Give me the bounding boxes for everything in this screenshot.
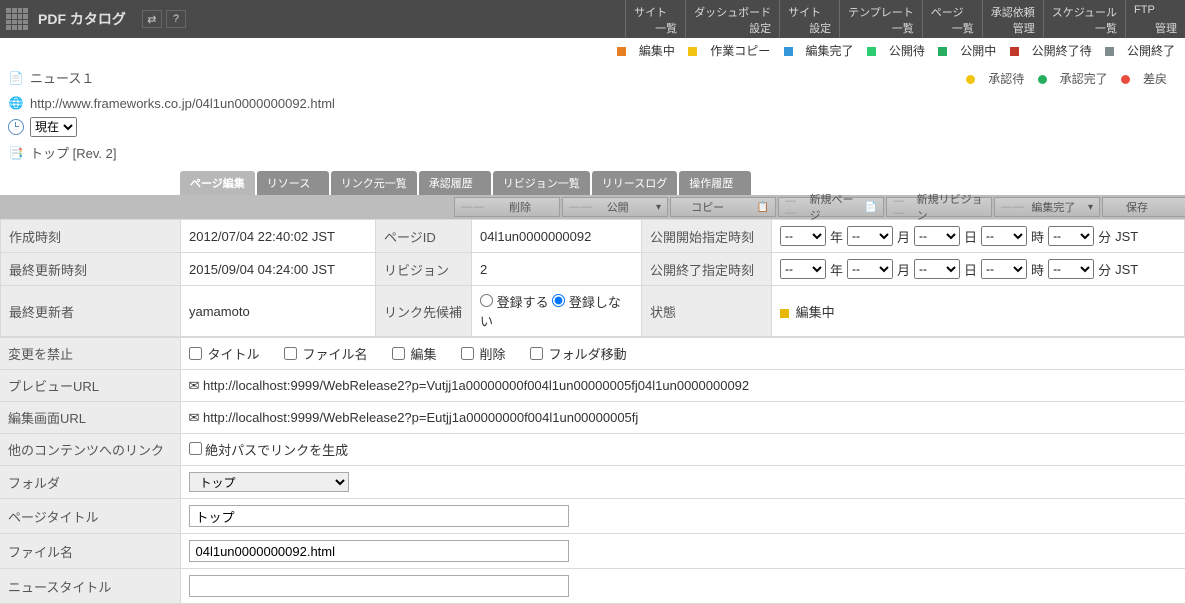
page-url: http://www.frameworks.co.jp/04l1un000000… [30,96,335,111]
preview-url-label: プレビューURL [0,370,180,402]
tab-revision-list[interactable]: リビジョン一覧 [493,171,590,195]
copy-icon: 📋 [757,202,769,213]
updater-value: yamamoto [181,286,376,337]
pubstart-year[interactable]: -- [780,226,826,246]
window-toggle-icon[interactable]: ⇄ [142,10,162,28]
globe-icon: 🌐 [8,95,24,111]
linkcand-yes-radio[interactable] [480,294,493,307]
pubstart-label: 公開開始指定時刻 [642,220,772,253]
updated-value: 2015/09/04 04:24:00 JST [181,253,376,286]
pagetitle-label: ページタイトル [0,499,180,534]
page-icon: 📄 [8,70,24,86]
created-label: 作成時刻 [1,220,181,253]
pagetitle-input[interactable] [189,505,569,527]
nav-template-list[interactable]: テンプレート一覧 [839,0,922,38]
pubstart-day[interactable]: -- [914,226,960,246]
otherlink-label: 他のコンテンツへのリンク [0,434,180,466]
tab-resource[interactable]: リソース [257,171,329,195]
tab-approval-history[interactable]: 承認履歴 [419,171,491,195]
form-table: 変更を禁止 タイトル ファイル名 編集 削除 フォルダ移動 プレビューURL ✉… [0,337,1185,604]
save-button[interactable]: 保存▾ [1102,197,1185,217]
state-label: 状態 [642,286,772,337]
page-name: ニュース１ [30,68,94,87]
linkcand-no-radio[interactable] [552,294,565,307]
pageid-value: 04l1un0000000092 [472,220,642,253]
folder-label: フォルダ [0,466,180,499]
nav-site-list[interactable]: サイト一覧 [625,0,685,38]
action-bar: — —削除 — —公開▾ コピー📋 — —新規ページ📄 — —新規リビジョン —… [0,195,1185,219]
nav-schedule[interactable]: スケジュール一覧 [1043,0,1125,38]
clock-icon [8,119,24,135]
nav-site-settings[interactable]: サイト設定 [779,0,839,38]
tab-link-list[interactable]: リンク元一覧 [331,171,417,195]
top-bar: PDF カタログ ⇄ ? サイト一覧 ダッシュボード設定 サイト設定 テンプレー… [0,0,1185,38]
info-table: 作成時刻 2012/07/04 22:40:02 JST ページID 04l1u… [0,219,1185,337]
dropdown-icon: ▾ [1088,202,1093,213]
tab-operation-history[interactable]: 操作履歴 [679,171,751,195]
rev-icon: 📑 [8,145,24,161]
revision-label: リビジョン [376,253,472,286]
new-page-button[interactable]: — —新規ページ📄 [778,197,884,217]
publish-button[interactable]: — —公開▾ [562,197,668,217]
mail-icon[interactable]: ✉ [189,410,200,425]
copy-button[interactable]: コピー📋 [670,197,776,217]
nav-dashboard[interactable]: ダッシュボード設定 [685,0,779,38]
mail-icon[interactable]: ✉ [189,378,200,393]
pubend-label: 公開終了指定時刻 [642,253,772,286]
nav-approval[interactable]: 承認依頼管理 [982,0,1043,38]
app-grid-icon[interactable] [6,8,28,30]
pubend-minute[interactable]: -- [1048,259,1094,279]
lock-filename-checkbox[interactable] [284,347,297,360]
lock-title-checkbox[interactable] [189,347,202,360]
pubend-hour[interactable]: -- [981,259,1027,279]
pubend-day[interactable]: -- [914,259,960,279]
filename-input[interactable] [189,540,569,562]
dropdown-icon: ▾ [656,202,661,213]
lock-label: 変更を禁止 [0,338,180,370]
pubend-month[interactable]: -- [847,259,893,279]
edit-url-value: http://localhost:9999/WebRelease2?p=Eutj… [203,410,638,425]
tab-strip: ページ編集 リソース リンク元一覧 承認履歴 リビジョン一覧 リリースログ 操作… [180,171,1185,195]
pubend-year[interactable]: -- [780,259,826,279]
pubstart-controls: --年 --月 --日 --時 --分 JST [772,220,1185,253]
approval-legend: 承認待 承認完了 差戻 [956,66,1177,89]
tab-page-edit[interactable]: ページ編集 [180,171,255,195]
delete-button[interactable]: — —削除 [454,197,560,217]
newpage-icon: 📄 [865,202,877,213]
edit-done-button[interactable]: — —編集完了▾ [994,197,1100,217]
updater-label: 最終更新者 [1,286,181,337]
state-value: 編集中 [772,286,1185,337]
revision-breadcrumb: トップ [Rev. 2] [30,143,116,162]
help-icon[interactable]: ? [166,10,186,28]
preview-url-value: http://localhost:9999/WebRelease2?p=Vutj… [203,378,749,393]
status-legend-1: 編集中 作業コピー 編集完了 公開待 公開中 公開終了待 公開終了 [0,38,1185,61]
pageid-label: ページID [376,220,472,253]
newstitle-input[interactable] [189,575,569,597]
linkcand-value: 登録する 登録しない [472,286,642,337]
pubstart-month[interactable]: -- [847,226,893,246]
tab-release-log[interactable]: リリースログ [592,171,677,195]
new-revision-button[interactable]: — —新規リビジョン [886,197,992,217]
edit-url-label: 編集画面URL [0,402,180,434]
lock-delete-checkbox[interactable] [461,347,474,360]
revision-value: 2 [472,253,642,286]
updated-label: 最終更新時刻 [1,253,181,286]
lock-foldermove-checkbox[interactable] [530,347,543,360]
newstitle-label: ニュースタイトル [0,569,180,604]
nav-ftp[interactable]: FTP管理 [1125,0,1185,38]
filename-label: ファイル名 [0,534,180,569]
nav-page-list[interactable]: ページ一覧 [922,0,982,38]
created-value: 2012/07/04 22:40:02 JST [181,220,376,253]
pubstart-minute[interactable]: -- [1048,226,1094,246]
abspath-checkbox[interactable] [189,442,202,455]
time-select[interactable]: 現在 [30,117,77,137]
lock-edit-checkbox[interactable] [392,347,405,360]
folder-select[interactable]: トップ [189,472,349,492]
pubstart-hour[interactable]: -- [981,226,1027,246]
linkcand-label: リンク先候補 [376,286,472,337]
pubend-controls: --年 --月 --日 --時 --分 JST [772,253,1185,286]
app-title: PDF カタログ [34,9,126,29]
top-nav: サイト一覧 ダッシュボード設定 サイト設定 テンプレート一覧 ページ一覧 承認依… [625,0,1185,38]
